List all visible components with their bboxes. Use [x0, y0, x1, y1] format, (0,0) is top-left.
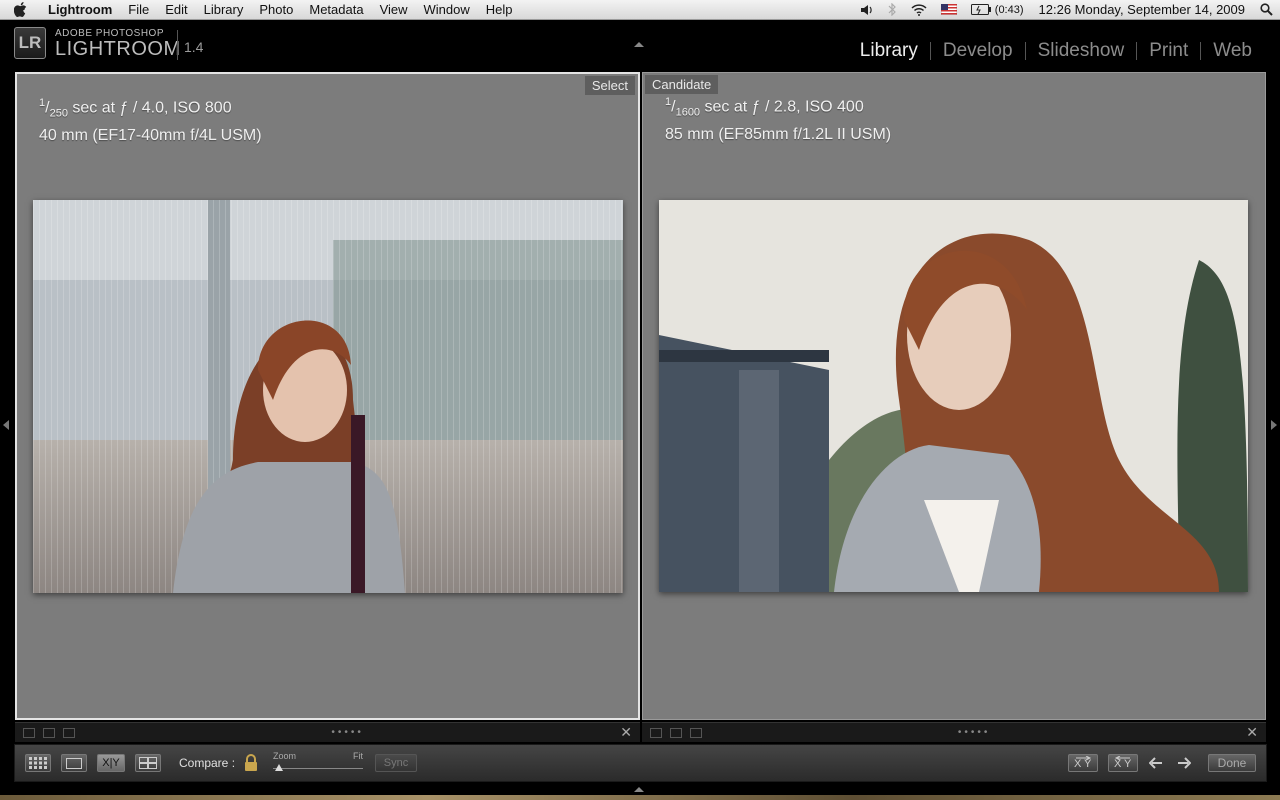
candidate-exposure: 1/1600 sec at ƒ / 2.8, ISO 400 [665, 96, 864, 119]
flag-icon[interactable] [934, 4, 964, 15]
color-label-icon[interactable] [690, 727, 702, 738]
fit-label: Fit [353, 751, 364, 761]
make-select-icon: XY [1114, 756, 1132, 770]
candidate-photo[interactable] [659, 200, 1248, 592]
close-candidate-icon[interactable]: ✕ [1246, 724, 1258, 741]
swap-button[interactable]: XY [1068, 754, 1098, 772]
select-exposure-numerator: 1 [39, 97, 46, 109]
battery-status[interactable]: (0:43) [964, 4, 1031, 16]
menu-window[interactable]: Window [416, 0, 478, 20]
compare-view-button[interactable]: X|Y [97, 754, 125, 772]
reject-icon[interactable] [670, 727, 682, 738]
bluetooth-icon[interactable] [881, 3, 904, 16]
close-select-icon[interactable]: ✕ [620, 724, 632, 741]
zoom-label: Zoom [273, 751, 297, 761]
module-picker: Library Develop Slideshow Print Web [848, 40, 1264, 62]
menu-metadata[interactable]: Metadata [301, 0, 371, 20]
select-lens: 40 mm (EF17-40mm f/4L USM) [39, 126, 262, 144]
sync-button[interactable]: Sync [375, 754, 418, 772]
candidate-lens: 85 mm (EF85mm f/1.2L II USM) [665, 125, 892, 143]
menubar-status-area: (0:43) 12:26 Monday, September 14, 2009 [853, 0, 1280, 20]
lightroom-logo-badge: LR [14, 27, 46, 59]
flag-icon[interactable] [23, 727, 35, 738]
make-select-button[interactable]: XY [1108, 754, 1138, 772]
select-pane-footer: ••••• ✕ [15, 722, 640, 742]
rating-dots[interactable]: ••••• [702, 727, 1246, 738]
lightroom-version: 1.4 [177, 30, 203, 60]
zoom-knob[interactable] [275, 764, 284, 771]
arrow-right-icon [1178, 757, 1191, 769]
identity-plate-bar: LR ADOBE PHOTOSHOP LIGHTROOM 1.4 Library… [0, 20, 1280, 70]
menu-photo[interactable]: Photo [251, 0, 301, 20]
candidate-exposure-numerator: 1 [665, 96, 672, 108]
previous-photo-button[interactable] [1146, 754, 1166, 772]
next-photo-button[interactable] [1174, 754, 1194, 772]
candidate-exposure-details: sec at ƒ / 2.8, ISO 400 [700, 98, 864, 116]
compare-pane-candidate[interactable]: Candidate 1/1600 sec at ƒ / 2.8, ISO 400… [642, 72, 1266, 720]
svg-text:X: X [1114, 758, 1122, 770]
module-develop[interactable]: Develop [931, 40, 1025, 62]
menu-view[interactable]: View [372, 0, 416, 20]
select-tag: Select [584, 76, 635, 95]
loupe-icon [66, 757, 82, 769]
zoom-slider[interactable]: Zoom Fit [273, 749, 364, 777]
select-photo-image [33, 200, 623, 593]
survey-view-button[interactable] [135, 754, 161, 772]
module-web[interactable]: Web [1201, 40, 1264, 62]
grid-icon [29, 757, 47, 769]
battery-time: (0:43) [994, 3, 1024, 16]
module-print[interactable]: Print [1137, 40, 1200, 62]
grid-view-button[interactable] [25, 754, 51, 772]
mac-menu-bar: Lightroom File Edit Library Photo Metada… [0, 0, 1280, 20]
select-exposure-details: sec at ƒ / 4.0, ISO 800 [67, 99, 232, 117]
lock-icon[interactable] [243, 754, 259, 772]
logo-line-lightroom: LIGHTROOM [55, 38, 181, 60]
done-button[interactable]: Done [1208, 754, 1256, 772]
swap-icon: XY [1074, 756, 1092, 770]
compare-label: Compare : [179, 756, 236, 770]
candidate-photo-info: 1/1600 sec at ƒ / 2.8, ISO 400 85 mm (EF… [665, 92, 891, 145]
select-exposure: 1/250 sec at ƒ / 4.0, ISO 800 [39, 97, 232, 120]
right-panel-toggle-icon[interactable] [1271, 420, 1277, 430]
menubar-clock[interactable]: 12:26 Monday, September 14, 2009 [1031, 2, 1253, 17]
top-panel-toggle-icon[interactable] [634, 42, 644, 47]
select-photo[interactable] [33, 200, 623, 593]
menu-app-name[interactable]: Lightroom [40, 0, 120, 20]
reject-icon[interactable] [43, 727, 55, 738]
menu-library[interactable]: Library [196, 0, 252, 20]
compare-pane-select[interactable]: Select 1/250 sec at ƒ / 4.0, ISO 800 40 … [15, 72, 640, 720]
volume-icon[interactable] [853, 4, 881, 16]
spotlight-icon[interactable] [1253, 3, 1280, 16]
left-panel-toggle-icon[interactable] [3, 420, 9, 430]
module-library[interactable]: Library [848, 40, 930, 62]
compare-toolbar: X|Y Compare : Zoom Fit Sync XY XY Done [14, 744, 1267, 782]
menu-edit[interactable]: Edit [157, 0, 195, 20]
battery-icon [970, 4, 991, 15]
lightroom-logo-text: ADOBE PHOTOSHOP LIGHTROOM [55, 28, 181, 60]
wifi-icon[interactable] [904, 3, 934, 16]
apple-menu-icon[interactable] [0, 2, 40, 17]
flag-icon[interactable] [650, 727, 662, 738]
rating-dots[interactable]: ••••• [75, 727, 620, 738]
menu-file[interactable]: File [120, 0, 157, 20]
candidate-photo-image [659, 200, 1248, 592]
toolbar-right-group: XY XY Done [1058, 754, 1266, 772]
svg-text:X: X [1074, 758, 1082, 770]
module-slideshow[interactable]: Slideshow [1026, 40, 1137, 62]
color-label-icon[interactable] [63, 727, 75, 738]
loupe-view-button[interactable] [61, 754, 87, 772]
svg-text:Y: Y [1084, 758, 1092, 770]
candidate-pane-footer: ••••• ✕ [642, 722, 1266, 742]
svg-text:Y: Y [1124, 758, 1132, 770]
candidate-exposure-denominator: 1600 [675, 106, 701, 119]
bottom-panel-toggle-icon[interactable] [634, 787, 644, 792]
desktop-background [0, 795, 1280, 800]
arrow-left-icon [1149, 757, 1162, 769]
survey-icon [139, 757, 157, 769]
select-exposure-denominator: 250 [49, 107, 68, 120]
zoom-track[interactable] [273, 768, 364, 769]
menu-help[interactable]: Help [478, 0, 521, 20]
select-photo-info: 1/250 sec at ƒ / 4.0, ISO 800 40 mm (EF1… [39, 93, 262, 146]
